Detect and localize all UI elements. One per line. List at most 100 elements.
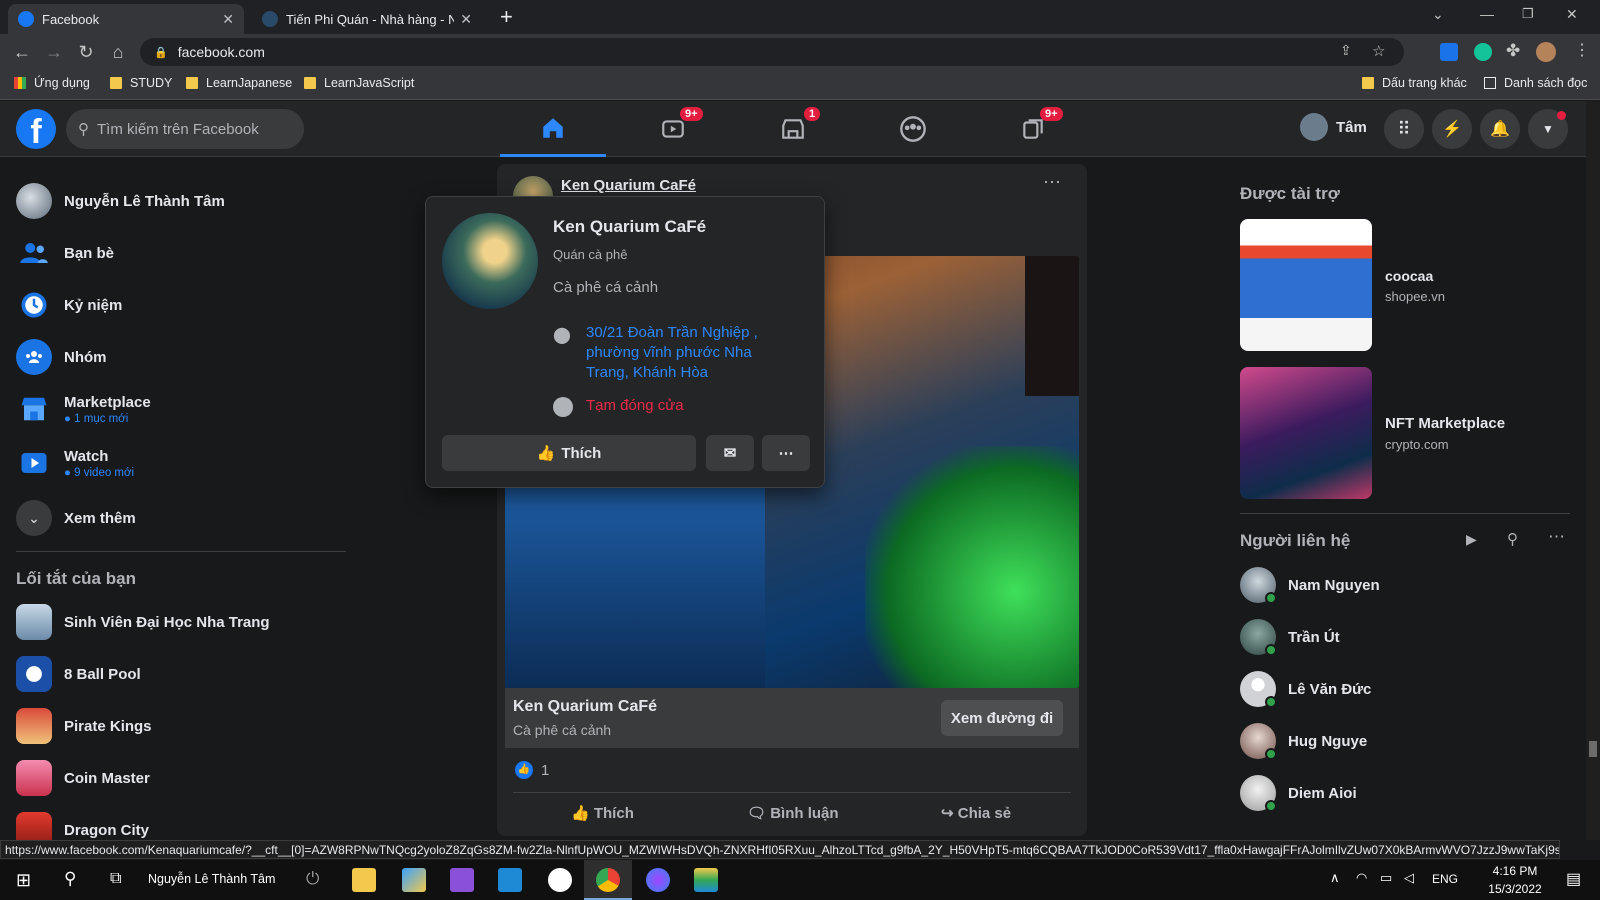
- bookmark-learnjapanese[interactable]: LearnJapanese: [186, 76, 292, 90]
- bookmark-learnjavascript[interactable]: LearnJavaScript: [304, 76, 414, 90]
- ad-image-nft[interactable]: [1240, 367, 1372, 499]
- task-view-icon[interactable]: ⧉: [110, 870, 121, 888]
- online-indicator: [1265, 592, 1277, 604]
- app-icon[interactable]: [402, 868, 426, 892]
- search-input[interactable]: ⚲ Tìm kiếm trên Facebook: [66, 109, 304, 149]
- bluestacks-icon[interactable]: [694, 868, 718, 892]
- messenger-icon[interactable]: [646, 868, 670, 892]
- account-button[interactable]: ▼: [1528, 109, 1568, 149]
- power-icon[interactable]: ⏻: [306, 869, 319, 889]
- bookmark-study[interactable]: STUDY: [110, 76, 172, 90]
- ad-image-coocaa[interactable]: [1240, 219, 1372, 351]
- post-page-name[interactable]: Ken Quarium CaFé: [561, 177, 696, 194]
- close-tab-icon[interactable]: ✕: [222, 11, 234, 28]
- contact-item[interactable]: Diem Aioi: [1240, 775, 1357, 812]
- contacts-more-icon[interactable]: ⋯: [1548, 527, 1565, 547]
- sidebar-item-marketplace[interactable]: Marketplace ● 1 mục mới: [16, 391, 346, 427]
- chrome-taskbar-button[interactable]: [584, 860, 632, 900]
- contact-item[interactable]: Hug Nguye: [1240, 723, 1367, 760]
- tab-watch[interactable]: 9+: [620, 101, 726, 157]
- notification-center-icon[interactable]: ▤: [1566, 869, 1581, 889]
- comment-action-button[interactable]: 🗨 Bình luận: [747, 804, 839, 822]
- browser-menu-icon[interactable]: ⋮: [1574, 40, 1590, 60]
- page-profile-picture[interactable]: [442, 213, 538, 309]
- new-room-video-icon[interactable]: ▶: [1466, 531, 1477, 548]
- volume-icon[interactable]: ◁: [1404, 870, 1414, 886]
- sidebar-item-memories[interactable]: Kỷ niệm: [16, 287, 346, 323]
- windows-start-icon[interactable]: ⊞: [16, 870, 31, 891]
- language-indicator[interactable]: ENG: [1432, 872, 1458, 886]
- grammarly-extension-icon[interactable]: [1474, 43, 1492, 61]
- tab-groups[interactable]: [860, 101, 966, 157]
- tab-title: Facebook: [42, 11, 100, 27]
- translate-extension-icon[interactable]: [1440, 43, 1458, 61]
- messenger-button[interactable]: ⚡: [1432, 109, 1472, 149]
- forward-icon[interactable]: →: [44, 42, 64, 62]
- minimize-icon[interactable]: —: [1480, 6, 1494, 22]
- profile-avatar-icon[interactable]: [1536, 42, 1556, 62]
- address-field[interactable]: 🔒 facebook.com ☆ ⇪: [140, 38, 1404, 66]
- taskbar-user-name[interactable]: Nguyễn Lê Thành Tâm: [148, 872, 275, 886]
- tab-home[interactable]: [500, 101, 606, 157]
- sidebar-item-friends[interactable]: Bạn bè: [16, 235, 346, 271]
- hovercard-address-link[interactable]: 30/21 Đoàn Trần Nghiệp , phường vĩnh phư…: [586, 323, 776, 383]
- restore-icon[interactable]: ❐: [1522, 6, 1534, 22]
- shortcut-item[interactable]: Pirate Kings: [16, 708, 346, 744]
- tab-tien-phi-quan[interactable]: Tiến Phi Quán - Nhà hàng - Nha ✕: [252, 4, 482, 34]
- page-scrollbar[interactable]: [1586, 101, 1600, 840]
- tab-facebook[interactable]: Facebook ✕: [8, 4, 244, 34]
- share-icon[interactable]: ⇪: [1340, 42, 1352, 59]
- share-action-button[interactable]: ↪ Chia sẻ: [941, 804, 1011, 822]
- tray-chevron-icon[interactable]: ∧: [1330, 870, 1340, 886]
- like-action-button[interactable]: 👍 Thích: [571, 804, 634, 822]
- shortcut-item[interactable]: Coin Master: [16, 760, 346, 796]
- menu-grid-button[interactable]: ⠿: [1384, 109, 1424, 149]
- bookmark-apps[interactable]: Ứng dụng: [14, 76, 90, 90]
- notifications-button[interactable]: 🔔: [1480, 109, 1520, 149]
- like-page-button[interactable]: 👍 Thích: [442, 435, 696, 471]
- sidebar-item-groups[interactable]: Nhóm: [16, 339, 346, 375]
- bookmark-other[interactable]: Dấu trang khác: [1362, 76, 1467, 90]
- sidebar-item-watch[interactable]: Watch ● 9 video mới: [16, 445, 346, 481]
- file-explorer-icon[interactable]: [352, 868, 376, 892]
- visual-studio-icon[interactable]: [450, 868, 474, 892]
- scrollbar-thumb[interactable]: [1589, 741, 1597, 757]
- tab-marketplace[interactable]: 1: [740, 101, 846, 157]
- shortcut-item[interactable]: 8 Ball Pool: [16, 656, 346, 692]
- close-window-icon[interactable]: ✕: [1566, 6, 1578, 23]
- more-options-button[interactable]: ⋯: [762, 435, 810, 471]
- message-page-button[interactable]: ✉: [706, 435, 754, 471]
- contact-item[interactable]: Lê Văn Đức: [1240, 671, 1371, 708]
- extensions-puzzle-icon[interactable]: ✤: [1506, 41, 1520, 61]
- sidebar-item-profile[interactable]: Nguyễn Lê Thành Tâm: [16, 183, 346, 219]
- bookmark-star-icon[interactable]: ☆: [1372, 42, 1385, 60]
- tab-gaming[interactable]: 9+: [980, 101, 1086, 157]
- ad-title[interactable]: NFT Marketplace: [1385, 415, 1505, 432]
- new-tab-button[interactable]: +: [500, 4, 513, 30]
- search-icon[interactable]: ⚲: [64, 869, 76, 889]
- shortcut-item[interactable]: Sinh Viên Đại Học Nha Trang: [16, 604, 346, 640]
- ad-title[interactable]: coocaa: [1385, 268, 1433, 284]
- profile-button[interactable]: Tâm: [1300, 113, 1367, 141]
- sidebar-item-see-more[interactable]: ⌄ Xem thêm: [16, 500, 346, 536]
- battery-icon[interactable]: ▭: [1380, 870, 1392, 886]
- post-more-icon[interactable]: ⋯: [1043, 172, 1061, 193]
- search-contacts-icon[interactable]: ⚲: [1507, 530, 1518, 548]
- tab-search-icon[interactable]: ⌄: [1432, 6, 1444, 23]
- hovercard-name[interactable]: Ken Quarium CaFé: [553, 217, 706, 237]
- back-icon[interactable]: ←: [12, 42, 32, 62]
- vscode-icon[interactable]: [498, 868, 522, 892]
- clock-time[interactable]: 4:16 PM: [1480, 864, 1550, 878]
- reload-icon[interactable]: ↻: [76, 42, 96, 62]
- reading-list[interactable]: Danh sách đọc: [1484, 76, 1587, 90]
- contact-item[interactable]: Trần Út: [1240, 619, 1340, 656]
- facebook-logo-icon[interactable]: f: [16, 109, 56, 149]
- directions-button[interactable]: Xem đường đi: [941, 700, 1063, 736]
- wifi-icon[interactable]: ◠: [1356, 870, 1367, 886]
- close-tab-icon[interactable]: ✕: [460, 11, 472, 28]
- app-icon[interactable]: [548, 868, 572, 892]
- contact-item[interactable]: Nam Nguyen: [1240, 567, 1380, 604]
- clock-date[interactable]: 15/3/2022: [1480, 882, 1550, 896]
- like-count[interactable]: 1: [541, 762, 549, 779]
- home-icon[interactable]: ⌂: [108, 42, 128, 62]
